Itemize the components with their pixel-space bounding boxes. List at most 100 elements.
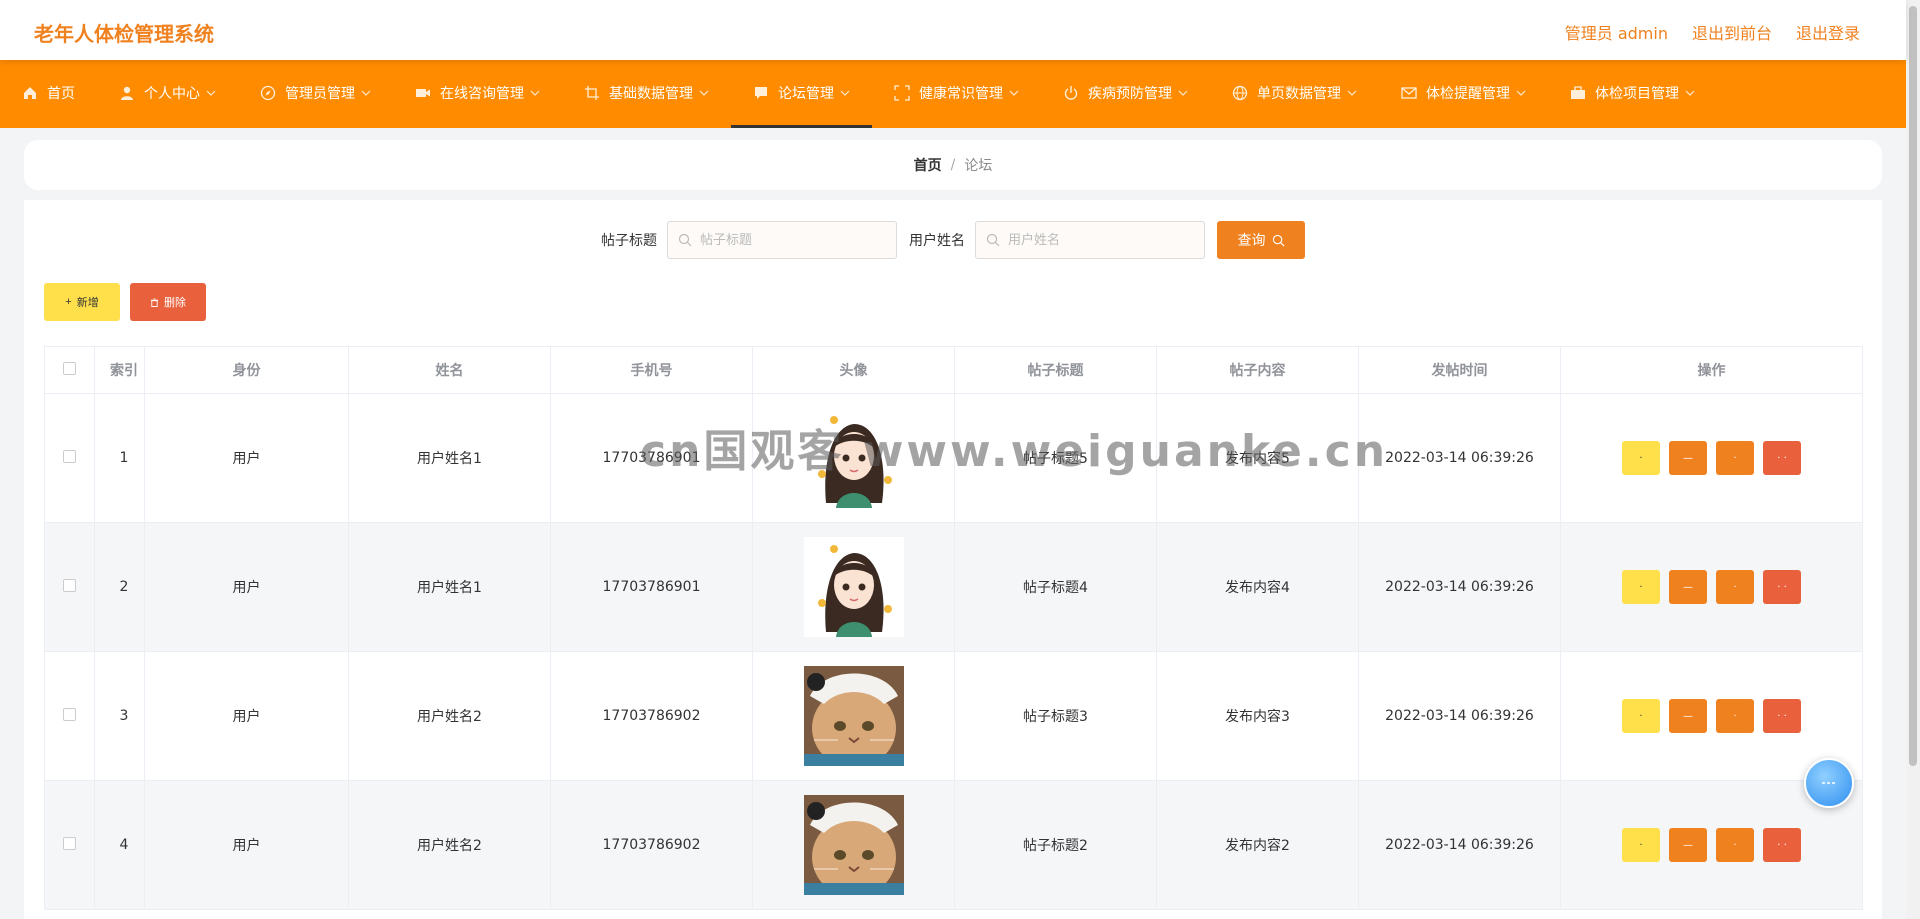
- nav-item-home[interactable]: 首页: [0, 60, 97, 128]
- chat-icon: [753, 85, 769, 101]
- user-search-input[interactable]: [1006, 231, 1200, 249]
- avatar: [803, 408, 904, 508]
- detail-button[interactable]: ·: [1622, 441, 1660, 475]
- app-title: 老年人体检管理系统: [34, 22, 214, 46]
- title-search-input[interactable]: [698, 231, 892, 249]
- edit-button[interactable]: —: [1669, 828, 1707, 862]
- breadcrumb-separator: /: [950, 157, 956, 173]
- reply-button[interactable]: ·: [1716, 699, 1754, 733]
- logout-link[interactable]: 退出登录: [1796, 20, 1860, 44]
- row-select-cell[interactable]: [44, 651, 95, 781]
- action-buttons: + 新增 删除: [44, 283, 206, 321]
- index-cell: 2: [94, 522, 145, 652]
- column-header: 发帖时间: [1358, 346, 1561, 394]
- nav-item-forum-manage[interactable]: 论坛管理: [731, 60, 872, 128]
- row-delete-button[interactable]: · ·: [1763, 828, 1801, 862]
- row-checkbox[interactable]: [63, 836, 76, 850]
- nav-item-consult-manage[interactable]: 在线咨询管理: [393, 60, 562, 128]
- select-all-header[interactable]: [44, 346, 95, 394]
- title-cell: 帖子标题5: [954, 393, 1157, 523]
- search-icon: [1272, 234, 1285, 247]
- avatar: [803, 795, 904, 895]
- reply-button[interactable]: ·: [1716, 828, 1754, 862]
- chevron-down-icon: [206, 88, 216, 98]
- row-checkbox[interactable]: [63, 578, 76, 592]
- nav-label: 论坛管理: [778, 85, 834, 102]
- scrollbar[interactable]: [1906, 0, 1920, 919]
- edit-button[interactable]: —: [1669, 441, 1707, 475]
- table-row: 3 用户 用户姓名2 17703786902 帖子标题3 发布内容3 2022-…: [44, 651, 1863, 781]
- nav-item-health-knowledge-manage[interactable]: 健康常识管理: [872, 60, 1041, 128]
- column-header: 姓名: [348, 346, 551, 394]
- add-button-label: 新增: [76, 297, 99, 309]
- reply-button[interactable]: ·: [1716, 570, 1754, 604]
- delete-button[interactable]: 删除: [130, 283, 206, 321]
- edit-button[interactable]: —: [1669, 699, 1707, 733]
- mail-icon: [1401, 85, 1417, 101]
- identity-cell: 用户: [144, 651, 349, 781]
- breadcrumb: 首页 / 论坛: [24, 140, 1882, 190]
- title-cell: 帖子标题2: [954, 780, 1157, 910]
- nav-item-admin-manage[interactable]: 管理员管理: [238, 60, 393, 128]
- nav-item-basic-data-manage[interactable]: 基础数据管理: [562, 60, 731, 128]
- exit-to-front-link[interactable]: 退出到前台: [1692, 20, 1772, 44]
- avatar-cell: [752, 393, 955, 523]
- assistant-icon: [1822, 782, 1836, 784]
- nav-item-checkup-reminder-manage[interactable]: 体检提醒管理: [1379, 60, 1548, 128]
- row-delete-button[interactable]: · ·: [1763, 441, 1801, 475]
- nav-item-single-page-manage[interactable]: 单页数据管理: [1210, 60, 1379, 128]
- add-button[interactable]: + 新增: [44, 283, 120, 321]
- chevron-down-icon: [1178, 88, 1188, 98]
- row-delete-button[interactable]: · ·: [1763, 570, 1801, 604]
- nav-item-personal-center[interactable]: 个人中心: [97, 60, 238, 128]
- trash-icon: [150, 297, 159, 307]
- top-bar: 老年人体检管理系统 管理员 admin 退出到前台 退出登录: [0, 0, 1906, 60]
- row-select-cell[interactable]: [44, 780, 95, 910]
- nav-label: 在线咨询管理: [440, 85, 524, 102]
- column-header: 手机号: [550, 346, 753, 394]
- row-select-cell[interactable]: [44, 522, 95, 652]
- select-all-checkbox[interactable]: [63, 361, 76, 375]
- title-search-label: 帖子标题: [601, 233, 657, 249]
- breadcrumb-home[interactable]: 首页: [914, 155, 942, 175]
- detail-button[interactable]: ·: [1622, 570, 1660, 604]
- nav-item-checkup-item-manage[interactable]: 体检项目管理: [1548, 60, 1717, 128]
- row-checkbox[interactable]: [63, 449, 76, 463]
- compass-icon: [260, 85, 276, 101]
- user-icon: [119, 85, 135, 101]
- title-cell: 帖子标题4: [954, 522, 1157, 652]
- user-search-field[interactable]: [975, 221, 1205, 259]
- detail-button[interactable]: ·: [1622, 828, 1660, 862]
- fullscreen-icon: [894, 84, 910, 101]
- column-header: 索引: [94, 346, 145, 394]
- operation-cell: · — · · ·: [1560, 522, 1863, 652]
- detail-button[interactable]: ·: [1622, 699, 1660, 733]
- chevron-down-icon: [840, 88, 850, 98]
- user-search-label: 用户姓名: [909, 233, 965, 249]
- operation-buttons: · — · · ·: [1562, 570, 1861, 604]
- plus-icon: +: [65, 296, 72, 308]
- avatar: [803, 666, 904, 766]
- title-search-field[interactable]: [667, 221, 897, 259]
- nav-label: 首页: [47, 85, 75, 102]
- globe-icon: [1232, 85, 1248, 101]
- scrollbar-thumb[interactable]: [1909, 6, 1917, 766]
- home-icon: [22, 85, 38, 101]
- search-button[interactable]: 查询: [1217, 221, 1305, 259]
- table-row: 1 用户 用户姓名1 17703786901 帖子标题5 发布内容5 2022-…: [44, 393, 1863, 523]
- floating-assistant-button[interactable]: [1804, 758, 1854, 808]
- nav-item-disease-prevention-manage[interactable]: 疾病预防管理: [1041, 60, 1210, 128]
- row-checkbox[interactable]: [63, 707, 76, 721]
- search-icon: [986, 233, 1000, 247]
- edit-button[interactable]: —: [1669, 570, 1707, 604]
- delete-button-label: 删除: [164, 297, 186, 309]
- row-select-cell[interactable]: [44, 393, 95, 523]
- reply-button[interactable]: ·: [1716, 441, 1754, 475]
- content-cell: 发布内容5: [1156, 393, 1359, 523]
- chevron-down-icon: [530, 88, 540, 98]
- phone-cell: 17703786901: [550, 393, 753, 523]
- search-form: 帖子标题 用户姓名 查询: [24, 220, 1882, 260]
- row-delete-button[interactable]: · ·: [1763, 699, 1801, 733]
- admin-label[interactable]: 管理员 admin: [1565, 20, 1668, 44]
- time-cell: 2022-03-14 06:39:26: [1358, 393, 1561, 523]
